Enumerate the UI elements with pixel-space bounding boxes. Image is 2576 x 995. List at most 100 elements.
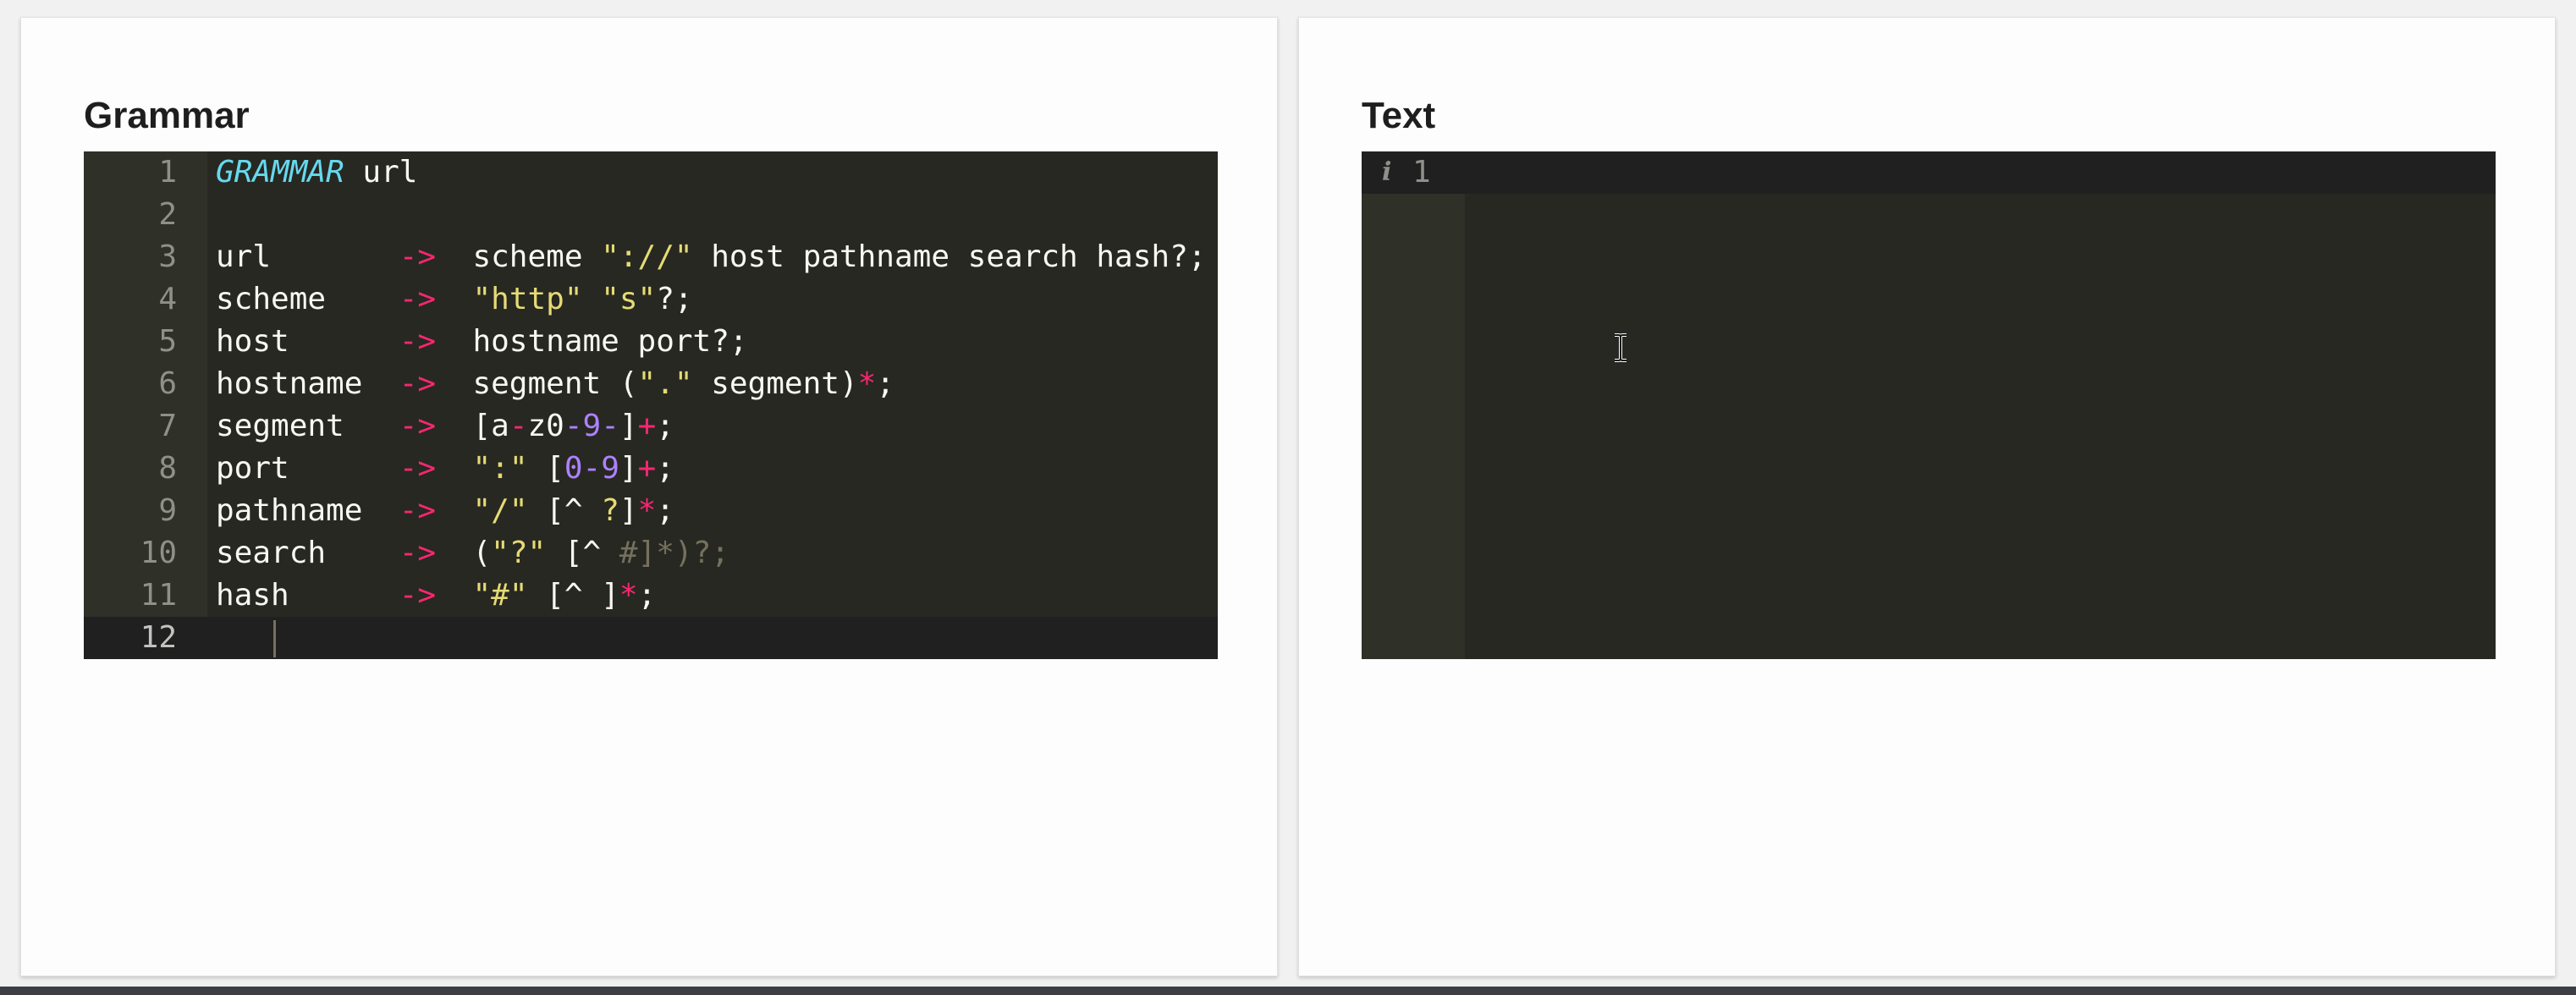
code-token: ?; — [656, 282, 693, 316]
code-line[interactable]: 9 pathname -> "/" [^ ?]*; — [84, 490, 1218, 532]
code-token: "://" — [601, 239, 693, 274]
grammar-editor[interactable]: 1 GRAMMAR url 2 3 url -> scheme "://" host p… — [84, 151, 1218, 659]
window-bottom-edge — [0, 987, 2576, 995]
code-token: port — [216, 451, 399, 486]
code-token: -> — [399, 536, 437, 570]
code-token: url — [344, 155, 418, 190]
code-token: [a — [436, 409, 509, 443]
code-line[interactable]: 4 scheme -> "http" "s"?; — [84, 278, 1218, 321]
code-line[interactable]: 11 hash -> "#" [^ ]*; — [84, 574, 1218, 617]
code-token: - — [509, 409, 528, 443]
line-number: 11 — [140, 578, 177, 613]
code-token: [^ ] — [527, 578, 619, 613]
code-token: search — [216, 536, 399, 570]
code-token: "?" — [491, 536, 547, 570]
code-token: ; — [637, 578, 657, 613]
code-token: segment ( — [436, 366, 638, 401]
text-editor[interactable]: i 1 — [1362, 151, 2496, 659]
code-line[interactable]: 3 url -> scheme "://" host pathname searc… — [84, 236, 1218, 278]
code-token: GRAMMAR — [216, 155, 344, 190]
line-number: 4 — [158, 282, 177, 316]
text-caret — [273, 620, 276, 657]
code-token: * — [637, 493, 657, 528]
line-number: 2 — [158, 197, 177, 232]
code-line[interactable]: 12 — [84, 617, 1218, 659]
code-token: ( — [436, 536, 492, 570]
code-line[interactable]: 8 port -> ":" [0-9]+; — [84, 448, 1218, 490]
line-number: 5 — [158, 324, 177, 359]
code-token: -> — [399, 239, 437, 274]
code-token: -> — [399, 324, 437, 359]
code-token: ":" — [472, 451, 528, 486]
code-token: "/" — [472, 493, 528, 528]
code-token: * — [619, 578, 638, 613]
line-number: 12 — [140, 620, 177, 655]
code-text: GRAMMAR url — [216, 151, 417, 194]
code-token: ] — [619, 409, 638, 443]
code-token: [ — [527, 451, 564, 486]
code-token: ; — [876, 366, 895, 401]
code-token: "." — [637, 366, 693, 401]
code-text: host -> hostname port?; — [216, 321, 748, 363]
code-token: + — [637, 451, 657, 486]
code-line[interactable]: 6 hostname -> segment ("." segment)*; — [84, 363, 1218, 405]
code-token: -9- — [564, 409, 619, 443]
code-token: ; — [656, 409, 674, 443]
code-line[interactable]: 2 — [84, 194, 1218, 236]
code-token: -> — [399, 578, 437, 613]
line-number: 3 — [158, 239, 177, 274]
code-text: pathname -> "/" [^ ?]*; — [216, 490, 674, 532]
line-number: 10 — [140, 536, 177, 570]
text-editor-active-line[interactable]: i 1 — [1362, 151, 2496, 194]
line-number: 1 — [158, 155, 177, 190]
code-token: [^ — [546, 536, 619, 570]
code-token: + — [637, 409, 657, 443]
text-title: Text — [1362, 95, 1436, 136]
code-text: port -> ":" [0-9]+; — [216, 448, 674, 490]
code-token: -> — [399, 366, 437, 401]
code-token: z0 — [527, 409, 564, 443]
code-text: url -> scheme "://" host pathname search… — [216, 236, 1206, 278]
line-number: 7 — [158, 409, 177, 443]
code-line[interactable]: 10 search -> ("?" [^ #]*)?; — [84, 532, 1218, 574]
code-text: segment -> [a-z0-9-]+; — [216, 405, 674, 448]
code-text: hostname -> segment ("." segment)*; — [216, 363, 894, 405]
code-token: segment) — [692, 366, 858, 401]
code-token: hostname port?; — [436, 324, 748, 359]
code-token: * — [857, 366, 877, 401]
code-token: ] — [619, 493, 638, 528]
code-token: "#" — [472, 578, 528, 613]
code-token: "http" — [472, 282, 583, 316]
code-token: pathname — [216, 493, 399, 528]
code-token: url — [216, 239, 399, 274]
code-token: #]*)?; — [619, 536, 729, 570]
code-token: ; — [656, 451, 674, 486]
line-number: 9 — [158, 493, 177, 528]
code-token: "s" — [601, 282, 657, 316]
code-line[interactable]: 1 GRAMMAR url — [84, 151, 1218, 194]
text-cursor-icon — [1615, 333, 1627, 362]
code-text: search -> ("?" [^ #]*)?; — [216, 532, 729, 574]
code-token: host pathname search hash?; — [692, 239, 1207, 274]
text-gutter — [1362, 194, 1465, 659]
code-token: hash — [216, 578, 399, 613]
code-text: hash -> "#" [^ ]*; — [216, 574, 656, 617]
grammar-title: Grammar — [84, 95, 250, 136]
code-line[interactable]: 5 host -> hostname port?; — [84, 321, 1218, 363]
code-token: segment — [216, 409, 399, 443]
grammar-code-lines[interactable]: 1 GRAMMAR url 2 3 url -> scheme "://" host p… — [84, 151, 1218, 659]
code-token: scheme — [436, 239, 602, 274]
grammar-panel: Grammar 1 GRAMMAR url 2 3 url -> scheme "://… — [20, 17, 1278, 976]
code-line[interactable]: 7 segment -> [a-z0-9-]+; — [84, 405, 1218, 448]
code-token: -> — [399, 493, 437, 528]
code-token: -> — [399, 409, 437, 443]
code-token: hostname — [216, 366, 399, 401]
code-token: scheme — [216, 282, 399, 316]
code-token: -> — [399, 282, 437, 316]
info-icon[interactable]: i — [1382, 151, 1391, 194]
code-token: ] — [619, 451, 638, 486]
